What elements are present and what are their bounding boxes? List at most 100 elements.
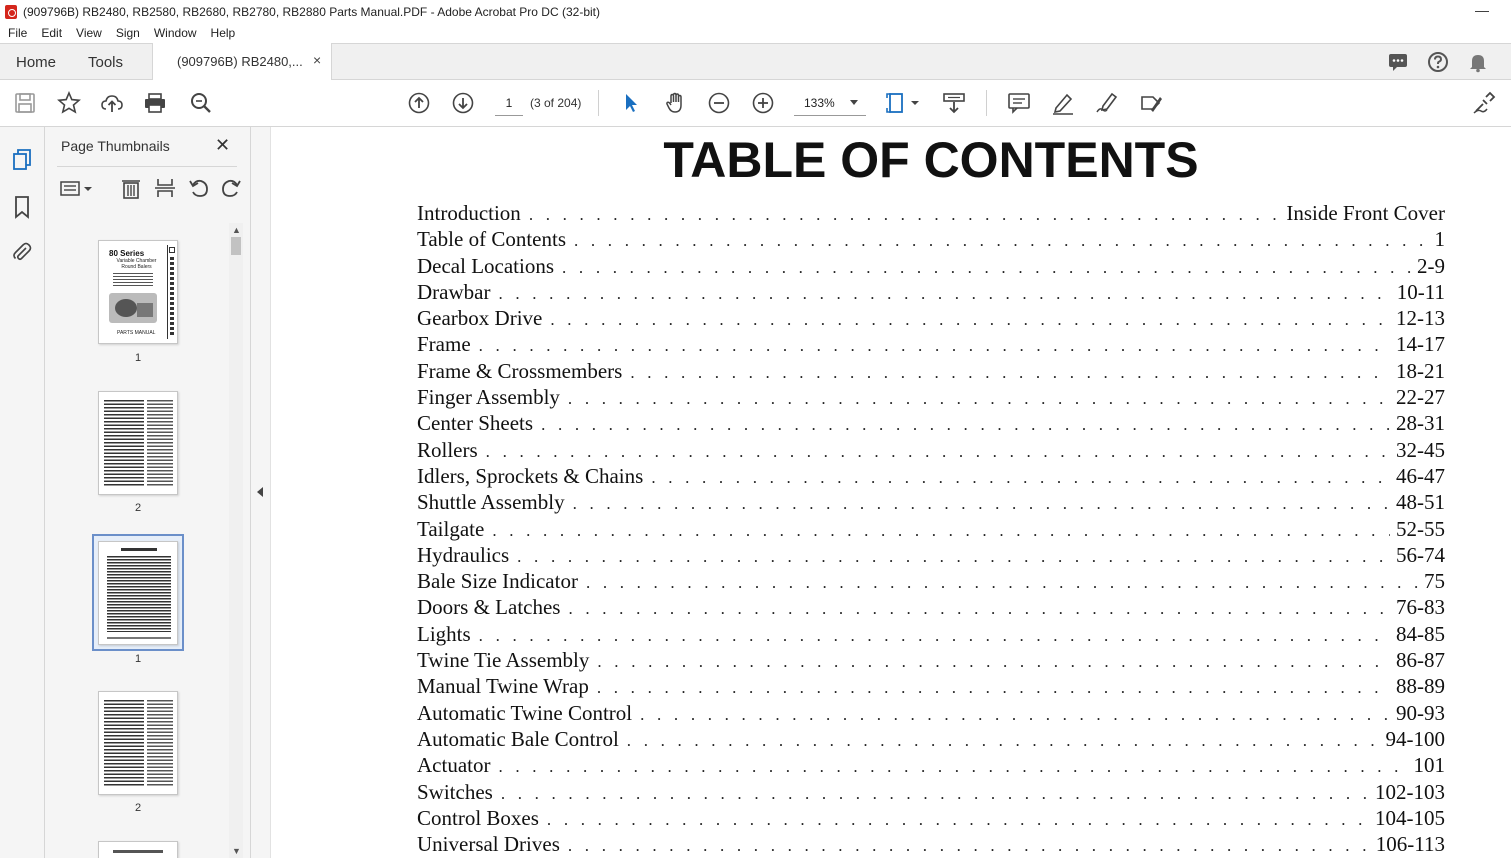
- toc-entry[interactable]: Automatic Bale Control 94-100: [417, 726, 1445, 753]
- toc-entry[interactable]: Decal Locations 2-9: [417, 253, 1445, 280]
- toc-entry-pages: 52-55: [1390, 516, 1445, 542]
- toc-entry[interactable]: Introduction Inside Front Cover: [417, 201, 1445, 227]
- toc-entry-pages: 76-83: [1390, 595, 1445, 621]
- upload-cloud-icon[interactable]: [100, 91, 124, 115]
- notifications-bell-icon[interactable]: [1467, 51, 1489, 73]
- thumbnails-scrollbar[interactable]: ▲ ▼: [229, 223, 243, 858]
- minimize-button[interactable]: —: [1475, 2, 1489, 18]
- menu-window[interactable]: Window: [154, 26, 197, 40]
- main-toolbar: 1 (3 of 204) 133%: [0, 80, 1511, 127]
- attachments-paperclip-icon[interactable]: [11, 240, 33, 264]
- toc-entry-pages: 106-113: [1369, 832, 1445, 858]
- tab-document-label: (909796B) RB2480,...: [177, 54, 303, 69]
- tab-home[interactable]: Home: [16, 54, 56, 71]
- toc-dot-leader: [479, 626, 1390, 646]
- toc-entry-title: Manual Twine Wrap: [417, 674, 597, 700]
- print-icon[interactable]: [143, 91, 167, 115]
- toc-entry-title: Decal Locations: [417, 253, 563, 279]
- toc-entry[interactable]: Doors & Latches 76-83: [417, 595, 1445, 621]
- toc-entry[interactable]: Drawbar 10-11: [417, 279, 1445, 306]
- hand-tool-icon[interactable]: [663, 91, 687, 115]
- toc-entry[interactable]: Tailgate 52-55: [417, 516, 1445, 543]
- zoom-out-icon[interactable]: [707, 91, 731, 115]
- toc-entry[interactable]: Idlers, Sprockets & Chains 46-47: [417, 463, 1445, 490]
- tab-document[interactable]: (909796B) RB2480,... ×: [152, 43, 332, 81]
- scrolling-mode-icon[interactable]: [942, 91, 966, 115]
- help-icon[interactable]: [1427, 51, 1449, 73]
- thumbnail-toc-lines: [107, 556, 171, 632]
- previous-page-icon[interactable]: [407, 91, 431, 115]
- toc-entry-title: Automatic Bale Control: [417, 726, 627, 752]
- close-panel-icon[interactable]: ✕: [215, 135, 230, 156]
- toc-entry[interactable]: Universal Drives 106-113: [417, 832, 1445, 858]
- toolbar-divider: [986, 90, 987, 116]
- toc-entry[interactable]: Twine Tie Assembly 86-87: [417, 648, 1445, 674]
- zoom-dropdown-chevron-icon[interactable]: [850, 100, 858, 105]
- menu-view[interactable]: View: [76, 26, 102, 40]
- scroll-down-arrow-icon[interactable]: ▼: [232, 846, 241, 856]
- tab-close-icon[interactable]: ×: [313, 52, 321, 68]
- panel-splitter[interactable]: [251, 127, 271, 858]
- menu-help[interactable]: Help: [211, 26, 236, 40]
- toc-entry[interactable]: Shuttle Assembly 48-51: [417, 490, 1445, 516]
- delete-pages-trash-icon[interactable]: [120, 177, 142, 199]
- thumbnail-text-column: [147, 700, 173, 786]
- toc-entry-pages: 102-103: [1369, 779, 1445, 805]
- toc-entry-title: Actuator: [417, 753, 499, 779]
- draw-freehand-icon[interactable]: [1095, 91, 1119, 115]
- bookmarks-icon[interactable]: [11, 195, 33, 219]
- bookmark-star-icon[interactable]: [57, 90, 81, 115]
- toc-entry-pages: 28-31: [1390, 411, 1445, 437]
- highlight-pen-icon[interactable]: [1051, 91, 1075, 115]
- toc-entry[interactable]: Finger Assembly 22-27: [417, 385, 1445, 411]
- next-page-icon[interactable]: [451, 91, 475, 115]
- toc-entry[interactable]: Switches 102-103: [417, 779, 1445, 806]
- rotate-clockwise-icon[interactable]: [220, 177, 242, 199]
- toc-entry[interactable]: Control Boxes 104-105: [417, 805, 1445, 832]
- share-sign-icon[interactable]: [1472, 91, 1496, 115]
- thumbnail-text-column: [104, 400, 144, 486]
- toc-entry[interactable]: Lights 84-85: [417, 621, 1445, 648]
- toc-entry[interactable]: Automatic Twine Control 90-93: [417, 700, 1445, 727]
- document-view[interactable]: TABLE OF CONTENTS Introduction Inside Fro…: [271, 127, 1511, 858]
- save-icon[interactable]: [13, 91, 37, 115]
- page-thumbnails-icon[interactable]: [11, 148, 33, 172]
- toc-entry[interactable]: Frame 14-17: [417, 332, 1445, 358]
- toc-entry-title: Frame: [417, 332, 479, 358]
- page-thumbnail[interactable]: [98, 841, 178, 858]
- toc-entry[interactable]: Hydraulics 56-74: [417, 542, 1445, 569]
- toc-entry-title: Finger Assembly: [417, 385, 568, 411]
- page-number-input[interactable]: 1: [495, 90, 523, 116]
- fill-and-sign-icon[interactable]: [1139, 91, 1163, 115]
- page-layout-icon[interactable]: [885, 91, 921, 115]
- selected-thumbnail-frame[interactable]: [92, 534, 184, 651]
- collapse-panel-arrow-icon[interactable]: [257, 487, 263, 497]
- zoom-in-icon[interactable]: [751, 91, 775, 115]
- select-cursor-icon[interactable]: [619, 91, 643, 115]
- menu-sign[interactable]: Sign: [116, 26, 140, 40]
- scrollbar-thumb[interactable]: [231, 237, 241, 255]
- page-thumbnail[interactable]: 80 Series Variable Chamber Round Balers …: [98, 240, 178, 344]
- comment-icon[interactable]: [1387, 51, 1409, 73]
- add-comment-icon[interactable]: [1007, 91, 1031, 115]
- insert-pages-icon[interactable]: [154, 177, 176, 199]
- page-thumbnail[interactable]: [98, 691, 178, 795]
- thumbnail-options-menu-icon[interactable]: [59, 177, 95, 199]
- toc-entry[interactable]: Bale Size Indicator 75: [417, 569, 1445, 595]
- zoom-search-icon[interactable]: [189, 91, 213, 115]
- tab-tools[interactable]: Tools: [88, 54, 123, 71]
- menu-edit[interactable]: Edit: [41, 26, 62, 40]
- toc-entry[interactable]: Manual Twine Wrap 88-89: [417, 674, 1445, 700]
- menu-file[interactable]: File: [8, 26, 27, 40]
- toc-entry[interactable]: Table of Contents 1: [417, 227, 1445, 253]
- toc-entry[interactable]: Frame & Crossmembers 18-21: [417, 358, 1445, 385]
- rotate-counterclockwise-icon[interactable]: [188, 177, 210, 199]
- toc-entry[interactable]: Gearbox Drive 12-13: [417, 306, 1445, 332]
- toc-entry[interactable]: Actuator 101: [417, 753, 1445, 779]
- scroll-up-arrow-icon[interactable]: ▲: [232, 225, 241, 235]
- thumbnail-text-column: [104, 700, 144, 786]
- toc-entry[interactable]: Rollers 32-45: [417, 437, 1445, 464]
- toc-entry-title: Drawbar: [417, 279, 499, 305]
- page-thumbnail[interactable]: [98, 391, 178, 495]
- toc-entry[interactable]: Center Sheets 28-31: [417, 411, 1445, 437]
